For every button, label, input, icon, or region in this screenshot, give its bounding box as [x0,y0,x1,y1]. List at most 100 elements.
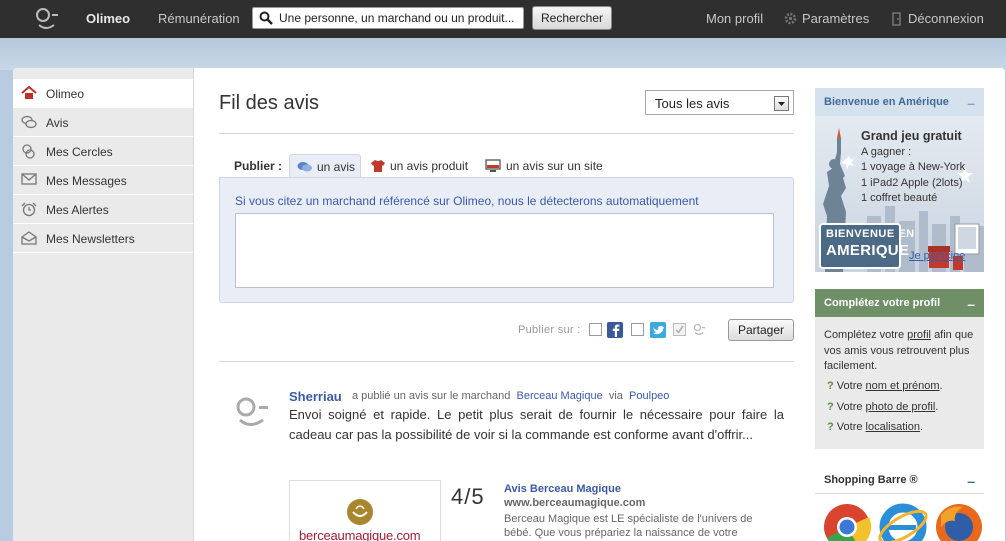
profile-task-prefix: Votre [836,380,863,392]
promo-line: 1 iPad2 Apple (2lots) [861,176,963,189]
tab-un-avis-sur-un-site[interactable]: un avis sur un site [481,154,611,178]
search-button[interactable]: Rechercher [532,6,612,30]
sidebar-item-label: Mes Messages [46,174,127,188]
internet-explorer-icon[interactable] [875,503,930,541]
my-profile-link[interactable]: Mon profil [706,11,763,26]
olimeo-checkbox[interactable] [673,323,686,336]
publish-label: Publier : [234,159,283,173]
newsletter-icon [21,231,37,245]
merchant-url: www.berceaumagique.com [504,497,646,509]
profile-task-item: ? Votre localisation. [827,421,923,433]
sidebar-item-label: Avis [46,116,69,130]
profile-task-item: ? Votre photo de profil. [827,401,938,413]
profile-header-title: Complétez votre profil [824,297,941,309]
feed-filter-value: Tous les avis [655,96,730,111]
alarm-clock-icon [21,202,37,217]
logout-link[interactable]: Déconnexion [908,11,984,26]
promo-line: A gagner : [861,145,912,158]
tab-label: un avis sur un site [506,159,603,173]
post-meta: a publié un avis sur le marchand Berceau… [352,390,669,402]
profile-task-link[interactable]: photo de profil [866,401,936,413]
merchant-logo-text: berceaumagique.com [299,528,421,541]
profile-task-suffix: . [919,421,924,433]
profile-task-link[interactable]: localisation [866,421,920,433]
sidebar: Olimeo Avis Mes Cercles Mes Messages Mes… [13,68,194,541]
twitter-icon [650,322,666,338]
via-link[interactable]: Poulpeo [629,390,669,402]
profile-task-item: ? Votre nom et prénom. [827,380,943,392]
sidebar-item-olimeo[interactable]: Olimeo [13,79,193,108]
olimeo-share-icon [693,323,705,335]
sidebar-item-cercles[interactable]: Mes Cercles [13,137,193,166]
shopping-header-title: Shopping Barre ® [824,474,918,486]
search-input[interactable] [279,10,519,26]
promo-participate-link[interactable]: Je participe [909,250,965,262]
question-icon: ? [827,380,834,392]
sidebar-item-label: Mes Newsletters [46,232,135,246]
tshirt-icon [371,160,385,172]
page-title: Fil des avis [219,92,320,114]
sidebar-item-alertes[interactable]: Mes Alertes [13,195,193,224]
collapse-icon[interactable]: – [967,473,975,489]
compose-panel: Si vous citez un marchand référencé sur … [219,177,794,303]
settings-link[interactable]: Paramètres [802,11,869,26]
profile-task-suffix: . [935,401,939,413]
search-icon [259,11,273,25]
review-textarea[interactable] [235,213,774,288]
tab-un-avis-produit[interactable]: un avis produit [366,154,476,178]
chrome-icon[interactable] [824,504,872,541]
collapse-icon[interactable]: – [967,296,975,312]
merchant-review-link[interactable]: Avis Berceau Magique [504,483,621,495]
shopping-header: Shopping Barre ® – [815,466,984,494]
profile-link[interactable]: profil [907,329,931,341]
comments-icon [21,115,37,129]
tab-label: un avis produit [390,159,469,173]
rating-score: 4/5 [451,484,485,509]
post-body: Envoi soigné et rapide. Le petit plus se… [289,407,784,442]
tab-un-avis[interactable]: un avis [289,154,361,178]
profile-task-link[interactable]: nom et prénom [866,380,940,392]
sidebar-item-label: Olimeo [46,87,85,101]
background-band [0,38,1006,70]
profile-text-before: Complétez votre [824,329,905,341]
feed-filter-select[interactable]: Tous les avis [645,90,794,115]
share-button[interactable]: Partager [728,319,794,341]
avatar [236,397,268,426]
tab-label: un avis [317,160,356,174]
compose-hint: Si vous citez un marchand référencé sur … [235,194,699,208]
sidebar-item-label: Mes Alertes [46,203,109,217]
firefox-icon[interactable] [936,504,982,541]
facebook-icon [607,322,623,338]
gear-icon [784,12,797,25]
sidebar-item-newsletters[interactable]: Mes Newsletters [13,224,193,253]
circles-icon [22,144,35,159]
question-icon: ? [827,401,834,413]
profile-task-prefix: Votre [836,421,863,433]
collapse-icon[interactable]: – [967,95,975,111]
promo-text: Grand jeu gratuit A gagner : 1 voyage à … [861,129,979,207]
promo-header-title: Bienvenue en Amérique [824,96,949,108]
brand-link[interactable]: Olimeo [86,11,130,26]
post-author-link[interactable]: Sherriau [289,389,342,404]
logout-icon [892,12,901,26]
sidebar-item-avis[interactable]: Avis [13,108,193,137]
sidebar-item-label: Mes Cercles [46,145,113,159]
chevron-down-icon [774,96,789,111]
merchant-link[interactable]: Berceau Magique [517,390,603,402]
home-icon [21,86,37,99]
twitter-checkbox[interactable] [631,323,644,336]
sidebar-item-messages[interactable]: Mes Messages [13,166,193,195]
divider [219,133,794,134]
profile-header: Complétez votre profil – [815,289,984,317]
facebook-checkbox[interactable] [589,323,602,336]
top-navigation-bar: Olimeo Rémunération Rechercher Mon profi… [0,0,1006,38]
promo-title: Grand jeu gratuit [861,129,962,143]
promo-line: 1 coffret beauté [861,192,938,204]
merchant-logo-card[interactable]: berceaumagique.com [289,480,441,541]
envelope-icon [21,173,37,185]
question-icon: ? [827,421,834,433]
remuneration-link[interactable]: Rémunération [158,11,240,26]
profile-task-suffix: . [939,380,943,392]
olimeo-logo-icon[interactable] [34,6,62,32]
profile-text: Complétez votre profil afin que vos amis… [824,328,974,375]
